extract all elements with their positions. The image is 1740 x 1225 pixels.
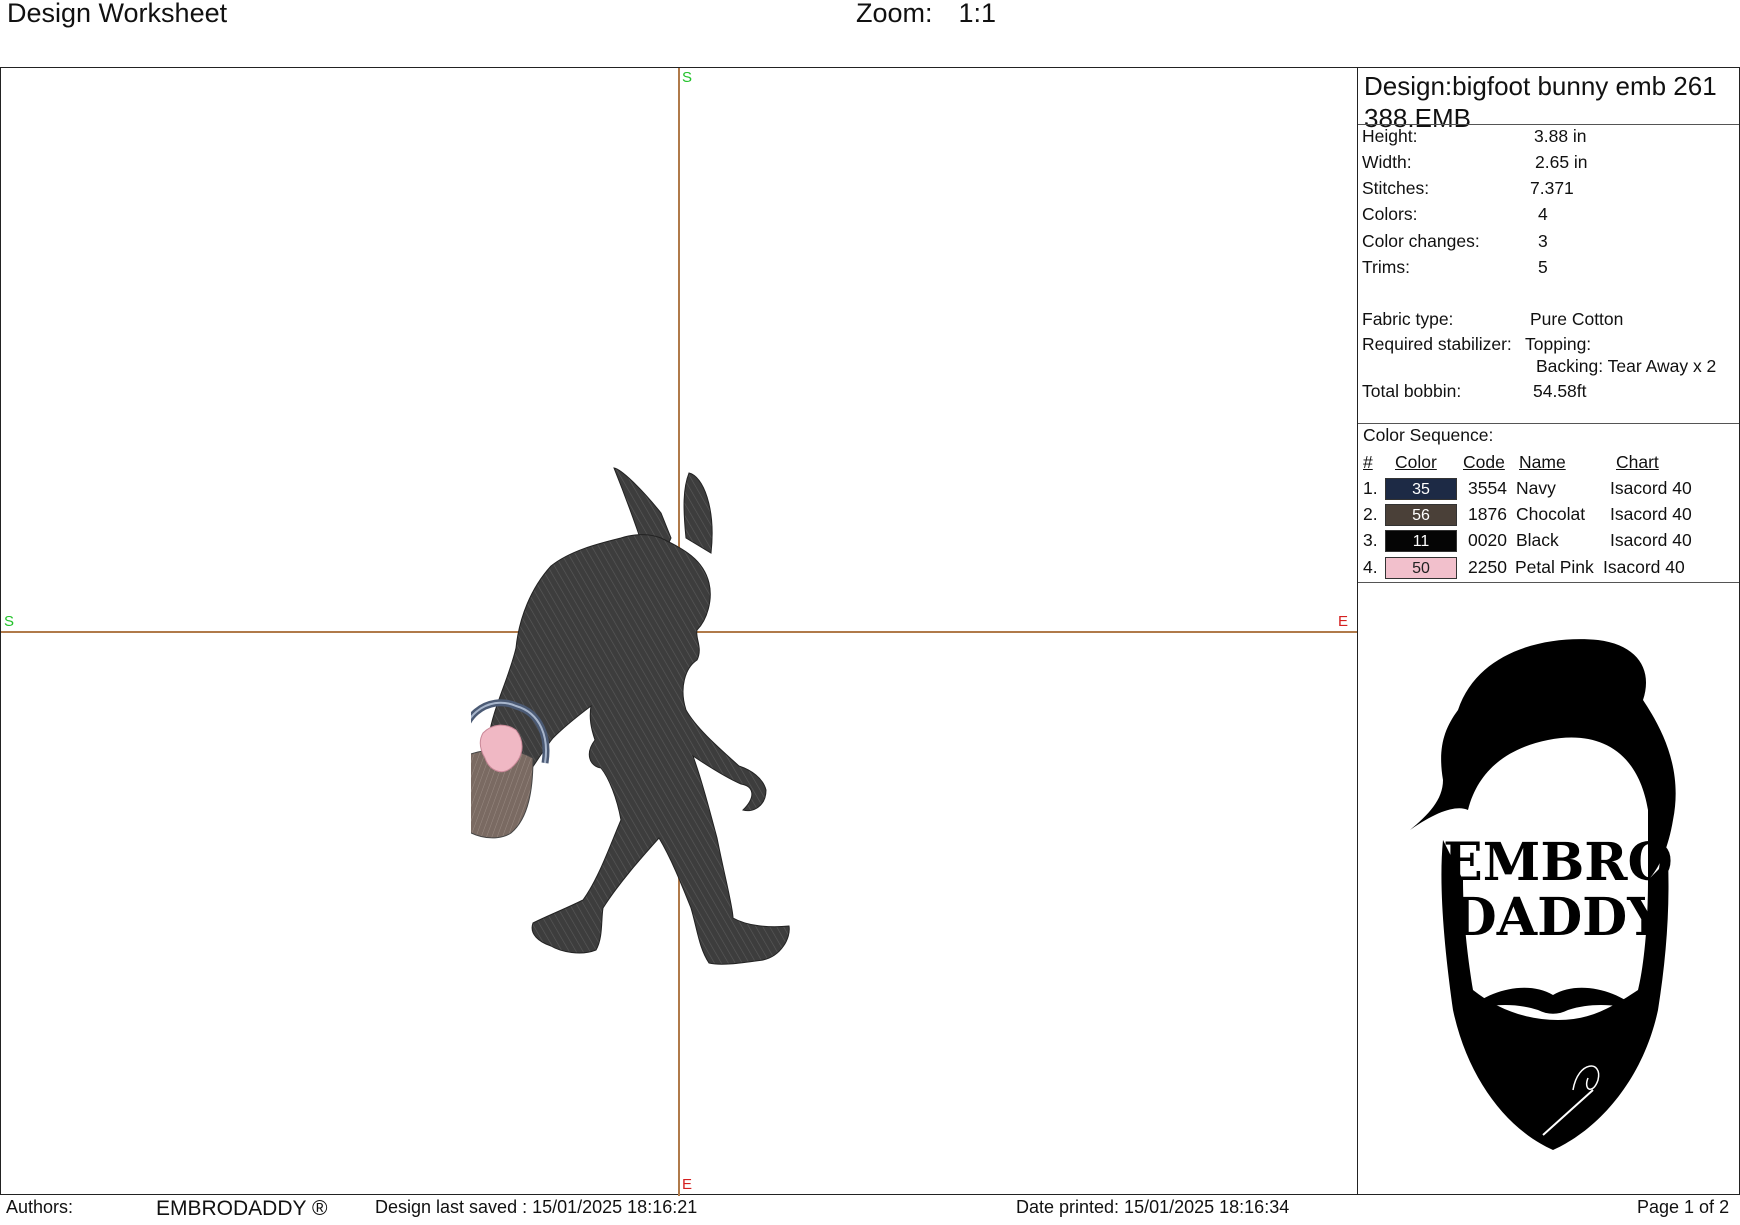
col-header-color: Color [1395, 452, 1437, 472]
bobbin-label: Total bobbin: [1362, 381, 1462, 401]
color-row: 4. 50 2250 Petal Pink Isacord 40 [1358, 557, 1739, 583]
fabric-type-value: Pure Cotton [1530, 309, 1624, 329]
color-row-num: 3. [1363, 530, 1378, 550]
color-row-name: Black [1516, 530, 1559, 550]
author-name: EMBRODADDY ® [156, 1197, 328, 1220]
color-row-name: Navy [1516, 478, 1556, 498]
axis-label-left: S [4, 613, 15, 630]
color-swatch: 56 [1385, 504, 1457, 526]
zoom-value: 1:1 [958, 0, 997, 28]
page-footer: Authors: EMBRODADDY ® Design last saved … [0, 1195, 1740, 1225]
color-swatch: 11 [1385, 530, 1457, 552]
col-header-name: Name [1519, 452, 1566, 472]
color-row-name: Petal Pink [1515, 557, 1594, 577]
date-printed: Date printed: 15/01/2025 18:16:34 [1016, 1197, 1290, 1217]
color-sequence-title: Color Sequence: [1363, 425, 1494, 445]
bobbin-value: 54.58ft [1533, 381, 1587, 401]
color-row-num: 2. [1363, 504, 1378, 524]
color-row-code: 0020 [1468, 530, 1507, 550]
design-last-saved: Design last saved : 15/01/2025 18:16:21 [375, 1197, 698, 1217]
color-swatch: 50 [1385, 557, 1457, 579]
colors-label: Colors: [1362, 204, 1418, 224]
col-header-num: # [1363, 452, 1373, 472]
color-row-num: 4. [1363, 557, 1378, 577]
zoom-label: Zoom: [856, 0, 933, 28]
embrodaddy-logo: EMBRO DADDY [1410, 639, 1676, 1150]
color-row: 3. 11 0020 Black Isacord 40 [1358, 530, 1739, 556]
stabilizer-label: Required stabilizer: [1362, 334, 1512, 354]
divider [1358, 423, 1739, 424]
design-canvas: S S E E [0, 67, 1358, 1196]
trims-value: 5 [1538, 257, 1548, 277]
col-header-code: Code [1463, 452, 1505, 472]
color-changes-value: 3 [1538, 231, 1548, 251]
color-row-chart: Isacord 40 [1610, 504, 1692, 524]
fabric-type-label: Fabric type: [1362, 309, 1454, 329]
width-value: 2.65 in [1535, 152, 1588, 172]
logo-text-line1: EMBRO [1443, 832, 1673, 893]
color-row-chart: Isacord 40 [1603, 557, 1685, 577]
embroidery-design [471, 467, 790, 965]
color-row-code: 3554 [1468, 478, 1507, 498]
worksheet-title: Design Worksheet [7, 0, 228, 28]
col-header-chart: Chart [1616, 452, 1659, 472]
color-row-chart: Isacord 40 [1610, 478, 1692, 498]
color-swatch: 35 [1385, 478, 1457, 500]
backing-value: Backing: Tear Away x 2 [1536, 356, 1717, 376]
color-row-num: 1. [1363, 478, 1378, 498]
divider [1358, 124, 1739, 125]
authors-label: Authors: [6, 1197, 74, 1217]
height-label: Height: [1362, 126, 1418, 146]
topping-value: Topping: [1525, 334, 1592, 354]
width-label: Width: [1362, 152, 1412, 172]
divider [1358, 582, 1739, 583]
trims-label: Trims: [1362, 257, 1410, 277]
color-row-code: 2250 [1468, 557, 1507, 577]
stitches-value: 7.371 [1530, 178, 1574, 198]
page-number: Page 1 of 2 [1637, 1197, 1730, 1217]
axis-label-bottom: E [682, 1176, 693, 1193]
color-changes-label: Color changes: [1362, 231, 1480, 251]
axis-label-right: E [1338, 613, 1349, 630]
color-row: 2. 56 1876 Chocolat Isacord 40 [1358, 504, 1739, 530]
color-row-name: Chocolat [1516, 504, 1586, 524]
logo-text-line2: DADDY [1452, 887, 1666, 948]
stitches-label: Stitches: [1362, 178, 1430, 198]
height-value: 3.88 in [1534, 126, 1587, 146]
color-row-chart: Isacord 40 [1610, 530, 1692, 550]
color-row-code: 1876 [1468, 504, 1507, 524]
colors-value: 4 [1538, 204, 1548, 224]
color-row: 1. 35 3554 Navy Isacord 40 [1358, 478, 1739, 504]
axis-label-top: S [682, 69, 693, 86]
zoom-indicator: Zoom: 1:1 [856, 0, 996, 29]
